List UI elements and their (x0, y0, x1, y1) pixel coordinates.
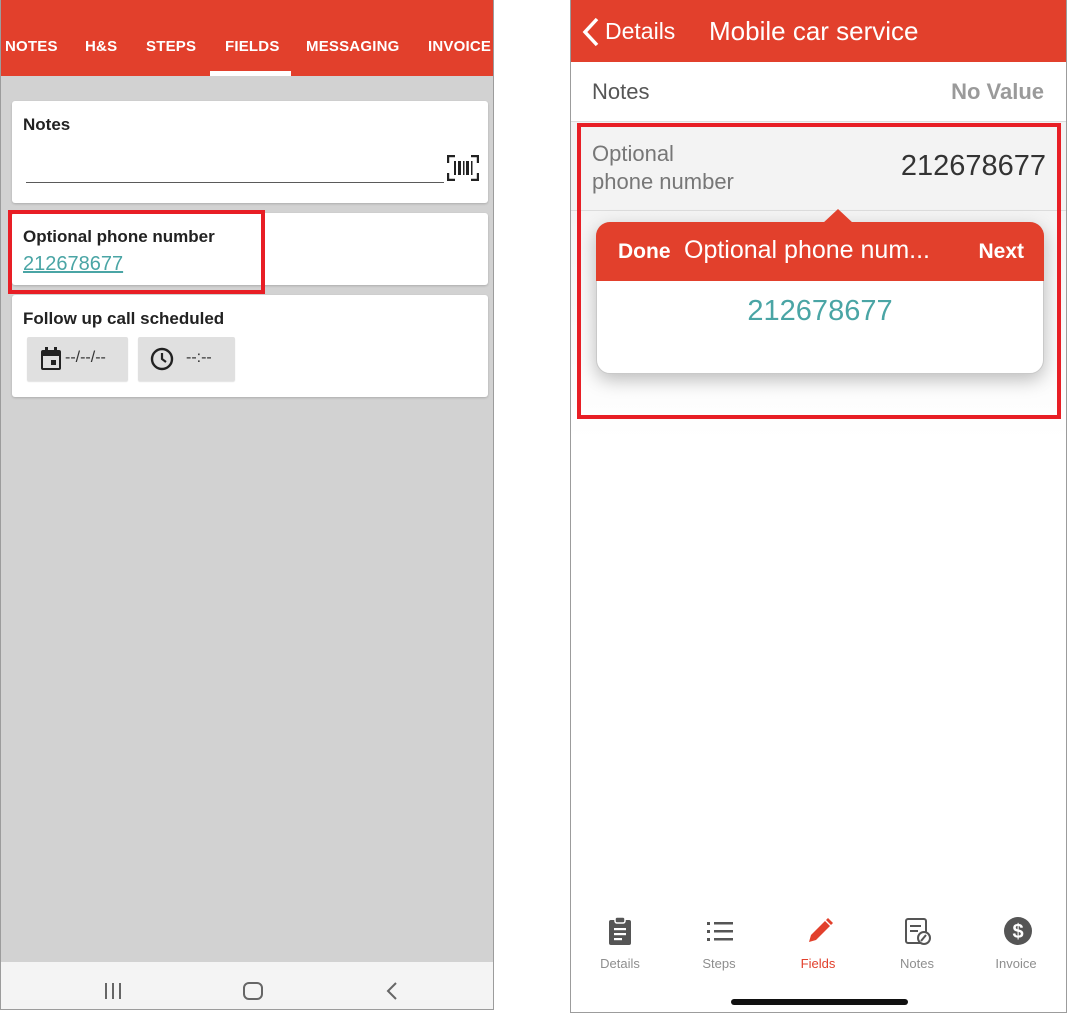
followup-label: Follow up call scheduled (23, 309, 225, 328)
home-indicator (731, 999, 908, 1005)
tab-details-label: Details (600, 956, 640, 971)
clock-icon (150, 347, 174, 371)
followup-card: Follow up call scheduled --/--/-- --:-- (12, 295, 488, 397)
ios-screen: Details Mobile car service Notes No Valu… (570, 0, 1067, 1013)
calendar-icon (41, 347, 61, 370)
svg-text:$: $ (1012, 921, 1023, 943)
pencil-icon (809, 918, 833, 942)
tab-fields-label: Fields (800, 956, 836, 971)
notes-row-label: Notes (592, 79, 650, 104)
notes-input[interactable] (26, 182, 444, 183)
home-icon[interactable] (242, 981, 264, 1001)
active-tab-indicator (210, 71, 291, 76)
tab-invoice-label: Invoice (995, 956, 1037, 971)
navigation-bar: Details Mobile car service (571, 0, 1066, 62)
barcode-scan-icon[interactable] (447, 155, 479, 181)
page-title: Mobile car service (709, 16, 919, 46)
tab-bar: NOTES H&S STEPS FIELDS MESSAGING INVOICE (1, 0, 493, 76)
chevron-left-icon[interactable] (582, 17, 600, 47)
tab-hs[interactable]: H&S (85, 38, 117, 55)
tab-fields[interactable]: FIELDS (225, 38, 280, 55)
notes-row-value: No Value (951, 79, 1044, 104)
tab-messaging[interactable]: MESSAGING (306, 38, 399, 55)
time-picker-button[interactable]: --:-- (138, 337, 235, 381)
tab-steps-label: Steps (702, 956, 736, 971)
back-icon[interactable] (384, 981, 400, 1001)
notes-card: Notes (12, 101, 488, 203)
highlight-box (8, 210, 265, 294)
time-value: --:-- (186, 349, 212, 366)
tab-invoice[interactable]: INVOICE (428, 38, 491, 55)
dollar-icon: $ (1004, 917, 1032, 945)
tab-notes-label: Notes (900, 956, 934, 971)
android-screen: NOTES H&S STEPS FIELDS MESSAGING INVOICE… (0, 0, 494, 1010)
highlight-box (577, 123, 1061, 419)
system-nav-bar (1, 962, 493, 1009)
back-button[interactable]: Details (605, 18, 675, 45)
notes-label: Notes (23, 115, 71, 134)
date-value: --/--/-- (65, 349, 106, 366)
tab-notes[interactable]: NOTES (5, 38, 58, 55)
list-icon (707, 922, 733, 941)
tab-steps[interactable]: STEPS (146, 38, 196, 55)
date-picker-button[interactable]: --/--/-- (27, 337, 128, 381)
recent-apps-icon[interactable] (103, 982, 123, 1000)
clipboard-icon (609, 916, 631, 945)
notes-icon (905, 918, 931, 945)
